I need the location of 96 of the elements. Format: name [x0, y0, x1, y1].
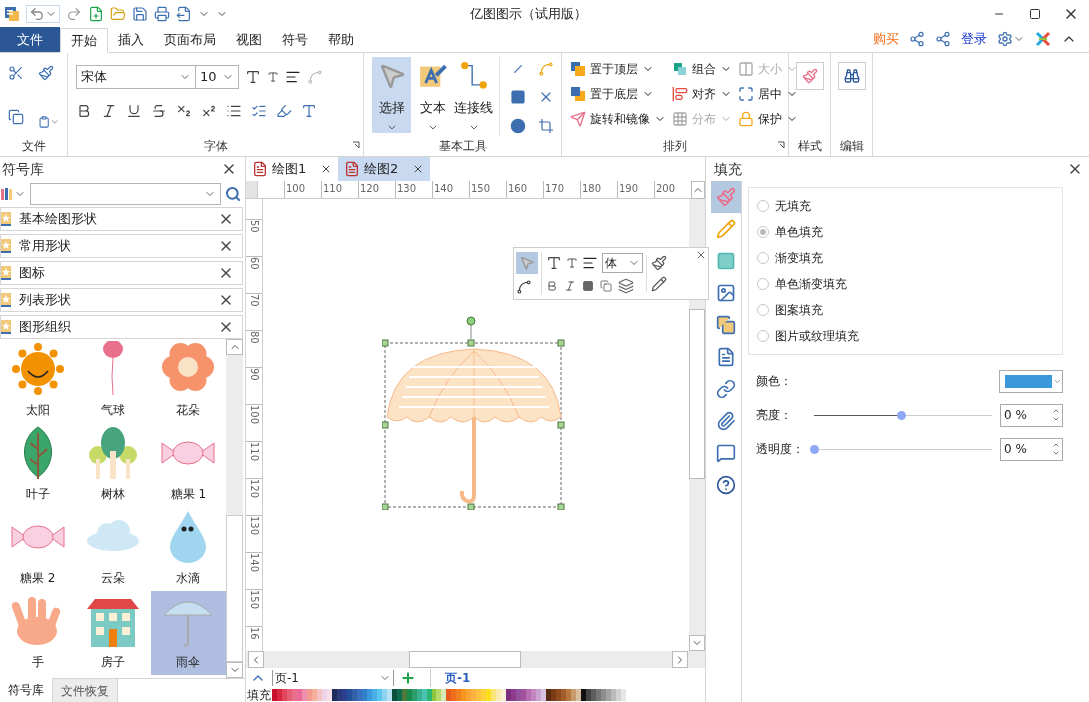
arrange-button[interactable]: 对齐 — [672, 84, 732, 103]
ruler-label: 140 — [432, 181, 469, 198]
symbol-item[interactable]: 水滴 — [150, 507, 226, 591]
tool-button[interactable]: 连接线 — [454, 57, 494, 133]
arrange-button[interactable]: 旋转和镜像 — [570, 109, 666, 128]
page-name: 页-1 — [275, 670, 300, 687]
font-size: 10 — [200, 68, 218, 87]
font-family-select[interactable]: 体 — [602, 253, 643, 273]
library-category[interactable]: 常用形状 — [0, 234, 243, 258]
ribbon-tab[interactable]: 视图 — [226, 27, 272, 52]
library-category[interactable]: 基本绘图形状 — [0, 207, 243, 231]
ruler-label: 150 — [469, 181, 506, 198]
ribbon-tab[interactable]: 符号 — [272, 27, 318, 52]
category-label: 列表形状 — [19, 291, 72, 310]
font-family-select[interactable]: 宋体 — [76, 65, 196, 89]
login-link[interactable]: 登录 — [961, 29, 987, 49]
ruler-label: 120 — [246, 478, 262, 515]
symbol-item[interactable]: 太阳 — [0, 339, 76, 423]
arrange-button[interactable]: 组合 — [672, 59, 732, 78]
ruler-label: 50 — [246, 219, 262, 256]
ruler-label: 130 — [395, 181, 432, 198]
percent-value: 0 % — [1004, 441, 1028, 458]
palette-label: 填充 — [247, 688, 272, 702]
symbol-item[interactable]: 云朵 — [75, 507, 151, 591]
group-label: 基本工具 — [438, 138, 487, 155]
library-category[interactable]: 图标 — [0, 261, 243, 285]
ruler-label: 150 — [246, 589, 262, 626]
percent-value: 0 % — [1004, 407, 1028, 424]
group-label: 文件 — [21, 138, 46, 155]
font-size-select[interactable]: 10 — [195, 65, 239, 89]
group-label: 样式 — [797, 138, 822, 155]
option-label[interactable]: 单色填充 — [775, 223, 823, 241]
arrange-button[interactable]: 居中 — [738, 84, 798, 103]
tool-button[interactable]: 文本 — [413, 57, 453, 133]
panel-title: 符号库 — [2, 159, 44, 179]
tool-button[interactable]: 选择 — [372, 57, 412, 133]
document-tab[interactable]: 绘图2 — [338, 157, 430, 181]
option-label[interactable]: 渐变填充 — [775, 249, 823, 267]
arrange-button[interactable]: 保护 — [738, 109, 798, 128]
symbol-item[interactable]: 糖果 1 — [150, 423, 226, 507]
color-label: 颜色： — [756, 373, 792, 390]
ruler-label: 100 — [284, 181, 321, 198]
arrange-button[interactable]: 置于底层 — [570, 84, 666, 103]
group-label: 字体 — [203, 138, 228, 155]
ruler-label: 140 — [246, 552, 262, 589]
option-label[interactable]: 图片或纹理填充 — [775, 327, 859, 345]
file-menu-button[interactable]: 文件 — [0, 27, 60, 52]
ruler-label: 120 — [358, 181, 395, 198]
ruler-label: 190 — [617, 181, 654, 198]
library-category[interactable]: 列表形状 — [0, 288, 243, 312]
symbol-item[interactable]: 叶子 — [0, 423, 76, 507]
ruler-label: 110 — [246, 441, 262, 478]
symbol-item[interactable]: 树林 — [75, 423, 151, 507]
panel-title: 填充 — [714, 159, 742, 179]
option-label[interactable]: 单色渐变填充 — [775, 275, 847, 293]
group-label: 排列 — [663, 138, 687, 155]
category-label: 常用形状 — [19, 237, 72, 256]
panel-tab[interactable]: 文件恢复 — [53, 679, 118, 702]
ruler-label: 130 — [246, 515, 262, 552]
ruler-label: 160 — [506, 181, 543, 198]
page-select[interactable]: 页-1 — [272, 670, 394, 686]
ruler-label: 170 — [543, 181, 580, 198]
ruler-label: 60 — [246, 256, 262, 293]
symbol-item[interactable]: 花朵 — [150, 339, 226, 423]
percent-field[interactable]: 0 % — [1000, 437, 1063, 461]
ribbon-tab[interactable]: 帮助 — [318, 27, 364, 52]
panel-tab[interactable]: 符号库 — [0, 678, 53, 702]
ruler-label: 90 — [246, 367, 262, 404]
ruler-label: 100 — [246, 404, 262, 441]
font-name: 体 — [605, 255, 618, 272]
category-label: 基本绘图形状 — [19, 210, 98, 229]
library-category[interactable]: 图形组织 — [0, 315, 243, 339]
symbol-item[interactable]: 糖果 2 — [0, 507, 76, 591]
page-tab[interactable]: 页-1 — [430, 669, 471, 687]
font-name: 宋体 — [81, 68, 108, 87]
category-label: 图标 — [19, 264, 46, 283]
ribbon-tab[interactable]: 插入 — [108, 27, 154, 52]
category-label: 图形组织 — [19, 318, 72, 337]
arrange-button[interactable]: 置于顶层 — [570, 59, 666, 78]
symbol-item[interactable]: 房子 — [75, 591, 151, 675]
slider-label: 亮度： — [756, 407, 793, 424]
symbol-item[interactable]: 雨伞 — [150, 591, 226, 675]
slider-label: 透明度： — [756, 441, 805, 458]
group-label: 编辑 — [839, 138, 864, 155]
option-label[interactable]: 无填充 — [775, 197, 811, 215]
option-label[interactable]: 图案填充 — [775, 301, 823, 319]
ruler-label: 80 — [246, 330, 262, 367]
ribbon-tab[interactable]: 开始 — [60, 28, 108, 53]
ruler-label: 70 — [246, 293, 262, 330]
symbol-item[interactable]: 气球 — [75, 339, 151, 423]
percent-field[interactable]: 0 % — [1000, 403, 1063, 427]
ribbon-tab[interactable]: 页面布局 — [154, 27, 226, 52]
ruler-label: 180 — [580, 181, 617, 198]
window-title: 亿图图示（试用版） — [470, 5, 587, 23]
symbol-item[interactable]: 手 — [0, 591, 76, 675]
ruler-label: 110 — [321, 181, 358, 198]
